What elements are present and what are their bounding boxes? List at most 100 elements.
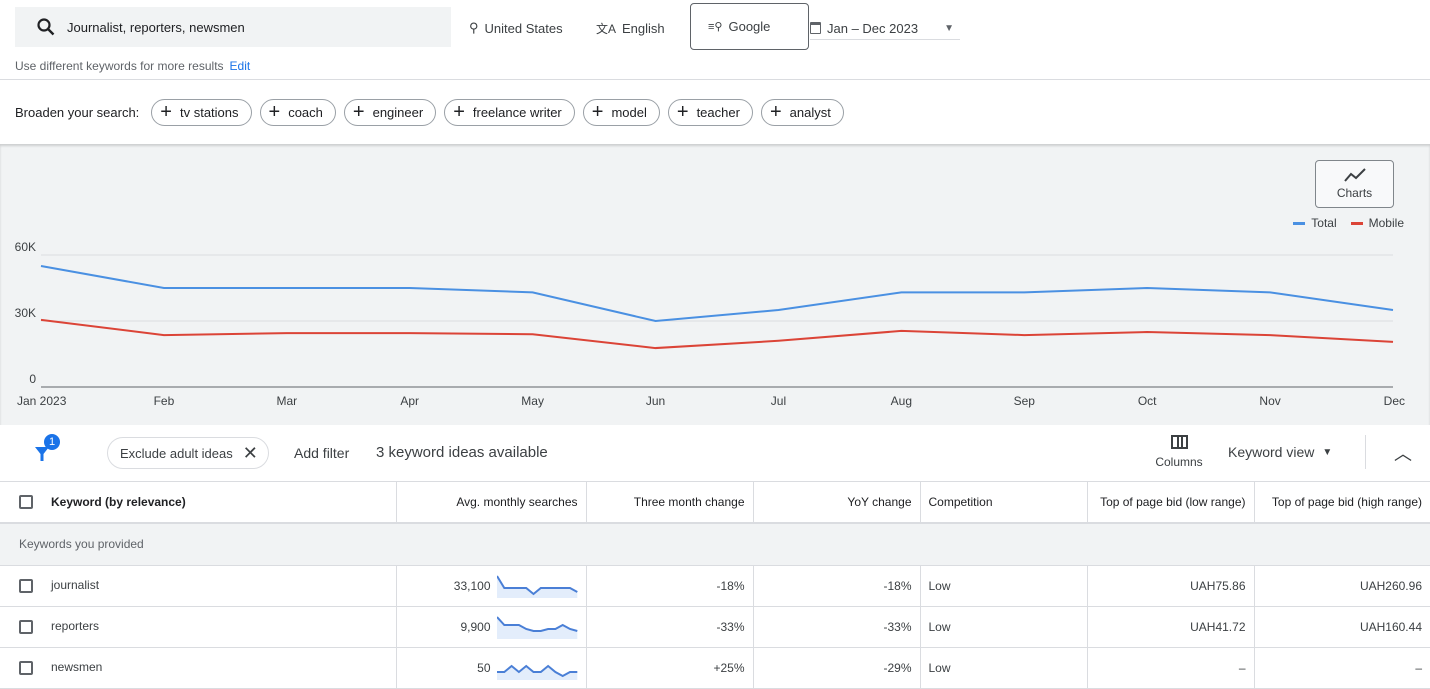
table-row: reporters 9,900 -33% -33% Low UAH41.72 U… xyxy=(0,606,1430,647)
x-tick-label: Aug xyxy=(891,394,912,408)
network-selector[interactable]: ≡⚲Google xyxy=(690,3,809,50)
keyword-cell: reporters xyxy=(0,606,396,647)
plus-icon: + xyxy=(677,102,689,122)
collapse-chevron-icon[interactable]: ︿ xyxy=(1394,440,1412,466)
keyword-hint: Use different keywords for more results E… xyxy=(15,59,250,73)
select-all-checkbox[interactable] xyxy=(19,495,33,509)
col-yoy[interactable]: YoY change xyxy=(753,482,920,523)
keyword-search-field[interactable]: Journalist, reporters, newsmen xyxy=(15,7,451,47)
broaden-chip[interactable]: + coach xyxy=(260,99,336,126)
plus-icon: + xyxy=(269,102,281,122)
filter-button[interactable]: 1 xyxy=(34,439,54,466)
three-month-cell: -18% xyxy=(586,565,753,606)
col-bid-high[interactable]: Top of page bid (high range) xyxy=(1254,482,1430,523)
chip-label: freelance writer xyxy=(473,105,562,120)
translate-icon: 文A xyxy=(596,20,616,37)
series-line-total xyxy=(41,266,1393,321)
table-row: newsmen 50 +25% -29% Low – – xyxy=(0,647,1430,688)
bid-high-cell: – xyxy=(1254,647,1430,688)
exclude-adult-chip[interactable]: Exclude adult ideas ✕ xyxy=(107,437,269,469)
charts-label: Charts xyxy=(1337,186,1372,200)
date-range-selector[interactable]: Jan – Dec 2023 ▼ xyxy=(810,17,960,40)
keyword-count: 3 keyword ideas available xyxy=(376,444,548,461)
x-tick-label: Oct xyxy=(1138,394,1157,408)
dropdown-arrow-icon: ▼ xyxy=(944,23,954,34)
competition-cell: Low xyxy=(920,606,1087,647)
plus-icon: + xyxy=(770,102,782,122)
plus-icon: + xyxy=(353,102,365,122)
keyword-table: Keyword (by relevance) Avg. monthly sear… xyxy=(0,482,1430,689)
broaden-chip[interactable]: + tv stations xyxy=(151,99,251,126)
y-tick-label: 30K xyxy=(15,306,36,320)
series-line-mobile xyxy=(41,320,1393,348)
legend-mobile: Mobile xyxy=(1351,216,1404,230)
broaden-chip[interactable]: + teacher xyxy=(668,99,753,126)
plus-icon: + xyxy=(592,102,604,122)
close-icon[interactable]: ✕ xyxy=(243,443,258,464)
competition-cell: Low xyxy=(920,565,1087,606)
searches-cell: 50 xyxy=(396,647,586,688)
columns-label: Columns xyxy=(1155,455,1202,469)
date-range-label: Jan – Dec 2023 xyxy=(827,21,918,36)
table-header: Keyword (by relevance) Avg. monthly sear… xyxy=(0,482,1430,523)
three-month-cell: -33% xyxy=(586,606,753,647)
language-label: English xyxy=(622,21,665,36)
bid-high-cell: UAH160.44 xyxy=(1254,606,1430,647)
location-selector[interactable]: ⚲United States xyxy=(469,17,563,39)
competition-cell: Low xyxy=(920,647,1087,688)
keyword-view-dropdown[interactable]: Keyword view ▼ xyxy=(1228,444,1332,460)
col-keyword[interactable]: Keyword (by relevance) xyxy=(0,482,396,523)
row-checkbox[interactable] xyxy=(19,620,33,634)
x-tick-label: Sep xyxy=(1014,394,1036,408)
network-label: Google xyxy=(728,19,770,34)
chip-label: tv stations xyxy=(180,105,239,120)
keyword-cell: journalist xyxy=(0,565,396,606)
broaden-chip[interactable]: +model xyxy=(583,99,660,126)
group-label: Keywords you provided xyxy=(0,523,1430,565)
hint-text: Use different keywords for more results xyxy=(15,59,224,73)
columns-icon xyxy=(1171,435,1188,449)
col-bid-low[interactable]: Top of page bid (low range) xyxy=(1087,482,1254,523)
chip-label: coach xyxy=(288,105,323,120)
y-tick-label: 60K xyxy=(15,240,36,254)
columns-button[interactable]: Columns xyxy=(1150,435,1208,469)
language-selector[interactable]: 文A English xyxy=(596,17,665,39)
divider xyxy=(0,79,1430,80)
x-tick-label: Nov xyxy=(1259,394,1280,408)
chip-label: Exclude adult ideas xyxy=(120,446,233,461)
broaden-search: Broaden your search: +tv stations+coach+… xyxy=(15,98,844,126)
trend-sparkline xyxy=(497,574,578,598)
bid-low-cell: UAH41.72 xyxy=(1087,606,1254,647)
chip-label: teacher xyxy=(697,105,740,120)
row-checkbox[interactable] xyxy=(19,661,33,675)
broaden-chip[interactable]: +analyst xyxy=(761,99,844,126)
chart-legend: Total Mobile xyxy=(1293,216,1404,230)
plus-icon: + xyxy=(160,102,172,122)
row-checkbox[interactable] xyxy=(19,579,33,593)
searches-cell: 9,900 xyxy=(396,606,586,647)
add-filter-button[interactable]: Add filter xyxy=(294,445,349,461)
calendar-icon xyxy=(810,22,821,34)
col-three-month[interactable]: Three month change xyxy=(586,482,753,523)
y-tick-label: 0 xyxy=(29,372,36,386)
yoy-cell: -33% xyxy=(753,606,920,647)
edit-link[interactable]: Edit xyxy=(230,59,251,73)
dropdown-arrow-icon: ▼ xyxy=(1322,447,1332,460)
filter-count-badge: 1 xyxy=(44,434,60,450)
location-pin-icon: ⚲ xyxy=(469,20,479,36)
broaden-label: Broaden your search: xyxy=(15,105,139,120)
col-avg-searches[interactable]: Avg. monthly searches xyxy=(396,482,586,523)
col-competition[interactable]: Competition xyxy=(920,482,1087,523)
view-label: Keyword view xyxy=(1228,444,1314,460)
bid-high-cell: UAH260.96 xyxy=(1254,565,1430,606)
x-tick-label: Jun xyxy=(646,394,665,408)
table-row: journalist 33,100 -18% -18% Low UAH75.86… xyxy=(0,565,1430,606)
divider xyxy=(1365,435,1366,469)
legend-total: Total xyxy=(1293,216,1336,230)
broaden-chip[interactable]: +freelance writer xyxy=(444,99,575,126)
x-tick-label: Jul xyxy=(771,394,786,408)
search-query: Journalist, reporters, newsmen xyxy=(67,20,245,35)
charts-button[interactable]: Charts xyxy=(1315,160,1394,208)
three-month-cell: +25% xyxy=(586,647,753,688)
broaden-chip[interactable]: +engineer xyxy=(344,99,436,126)
